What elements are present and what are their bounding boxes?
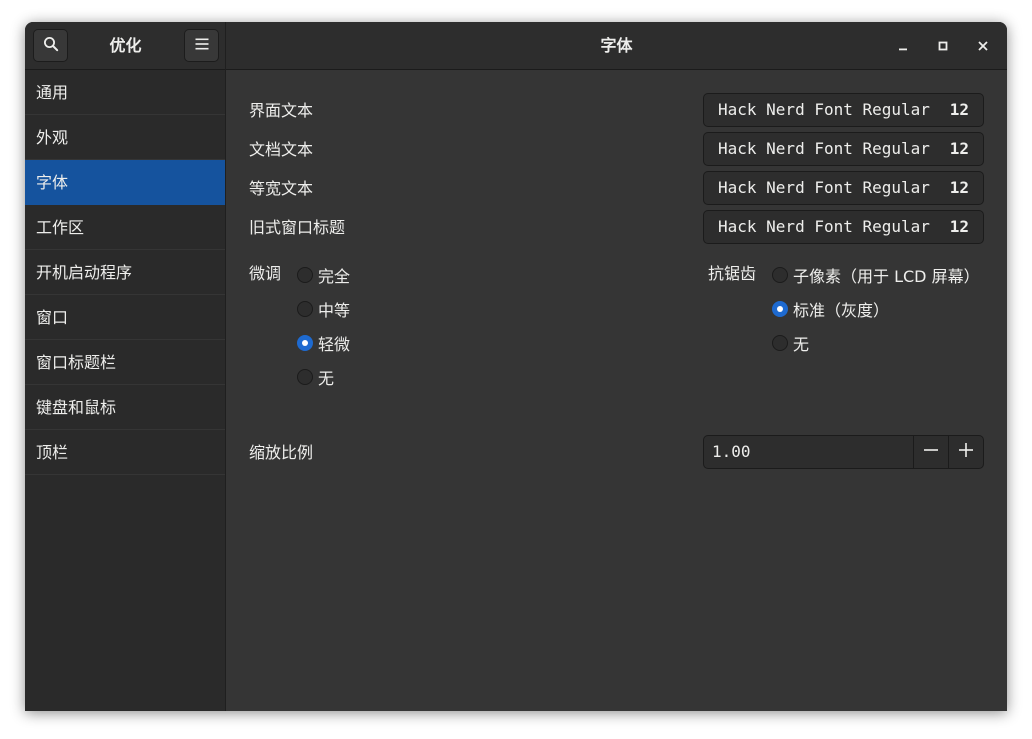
radio-button[interactable]	[297, 369, 313, 385]
window-title: 字体	[600, 36, 633, 55]
interface-text-label: 界面文本	[249, 101, 314, 120]
radio-label: 轻微	[318, 335, 351, 354]
radio-button[interactable]	[772, 267, 788, 283]
close-icon	[977, 37, 989, 56]
sidebar-item-general[interactable]: 通用	[25, 70, 225, 115]
radio-label: 无	[793, 335, 810, 354]
sidebar-item-appearance[interactable]: 外观	[25, 115, 225, 160]
sidebar-item-keyboard-mouse[interactable]: 键盘和鼠标	[25, 385, 225, 430]
radio-label: 完全	[318, 267, 351, 286]
scaling-factor-label: 缩放比例	[249, 443, 314, 462]
font-name: Hack Nerd Font Regular	[718, 178, 930, 197]
sidebar-item-workspaces[interactable]: 工作区	[25, 205, 225, 250]
legacy-window-titles-label: 旧式窗口标题	[249, 218, 346, 237]
hinting-label: 微调	[249, 264, 282, 283]
document-text-label: 文档文本	[249, 140, 314, 159]
increase-button[interactable]	[948, 436, 983, 468]
font-name: Hack Nerd Font Regular	[718, 139, 930, 158]
radio-button[interactable]	[297, 267, 313, 283]
antialiasing-option-none[interactable]: 无	[772, 333, 810, 354]
sidebar-item-fonts[interactable]: 字体	[25, 160, 225, 205]
decrease-button[interactable]	[913, 436, 948, 468]
sidebar-item-window-titlebars[interactable]: 窗口标题栏	[25, 340, 225, 385]
antialiasing-option-subpixel[interactable]: 子像素（用于 LCD 屏幕）	[772, 265, 980, 286]
radio-button-checked[interactable]	[772, 301, 788, 317]
sidebar: 通用 外观 字体 工作区 开机启动程序 窗口 窗口标题栏 键盘和鼠标 顶栏	[25, 70, 226, 711]
search-icon	[43, 36, 59, 56]
minus-icon	[923, 442, 939, 462]
search-button[interactable]	[33, 29, 68, 62]
hinting-option-full[interactable]: 完全	[297, 265, 351, 286]
sidebar-item-top-bar[interactable]: 顶栏	[25, 430, 225, 475]
antialiasing-label: 抗锯齿	[708, 264, 757, 283]
font-size: 12	[949, 217, 969, 236]
monospace-text-label: 等宽文本	[249, 179, 314, 198]
radio-button[interactable]	[297, 301, 313, 317]
interface-text-font-button[interactable]: Hack Nerd Font Regular 12	[703, 93, 984, 127]
radio-button-checked[interactable]	[297, 335, 313, 351]
minimize-icon	[897, 37, 909, 56]
main-menu-button[interactable]	[184, 29, 219, 62]
radio-label: 无	[318, 369, 335, 388]
maximize-icon	[937, 37, 949, 56]
radio-label: 子像素（用于 LCD 屏幕）	[793, 267, 980, 286]
close-button[interactable]	[972, 35, 994, 57]
font-size: 12	[949, 100, 969, 119]
scaling-factor-input[interactable]: 1.00	[712, 436, 751, 468]
plus-icon	[958, 442, 974, 462]
font-size: 12	[949, 178, 969, 197]
minimize-button[interactable]	[892, 35, 914, 57]
header-bar: 优化 字体	[25, 22, 1007, 70]
radio-label: 标准（灰度）	[793, 301, 890, 320]
hinting-option-slight[interactable]: 轻微	[297, 333, 351, 354]
document-text-font-button[interactable]: Hack Nerd Font Regular 12	[703, 132, 984, 166]
sidebar-item-startup-applications[interactable]: 开机启动程序	[25, 250, 225, 295]
fonts-panel: 界面文本 Hack Nerd Font Regular 12 文档文本 Hack…	[226, 70, 1007, 711]
hinting-option-none[interactable]: 无	[297, 367, 335, 388]
hinting-option-medium[interactable]: 中等	[297, 299, 351, 320]
legacy-window-titles-font-button[interactable]: Hack Nerd Font Regular 12	[703, 210, 984, 244]
antialiasing-option-standard[interactable]: 标准（灰度）	[772, 299, 890, 320]
sidebar-title: 优化	[109, 36, 142, 55]
sidebar-header: 优化	[25, 22, 226, 70]
hamburger-menu-icon	[194, 36, 210, 56]
scaling-factor-spinbutton: 1.00	[703, 435, 984, 469]
sidebar-item-windows[interactable]: 窗口	[25, 295, 225, 340]
maximize-button[interactable]	[932, 35, 954, 57]
radio-label: 中等	[318, 301, 351, 320]
monospace-text-font-button[interactable]: Hack Nerd Font Regular 12	[703, 171, 984, 205]
font-size: 12	[949, 139, 969, 158]
font-name: Hack Nerd Font Regular	[718, 100, 930, 119]
tweaks-window: 优化 字体 通用 外观 字体 工作区 开机启动程序 窗口 窗口标题栏 键盘和鼠标…	[25, 22, 1007, 711]
font-name: Hack Nerd Font Regular	[718, 217, 930, 236]
radio-button[interactable]	[772, 335, 788, 351]
